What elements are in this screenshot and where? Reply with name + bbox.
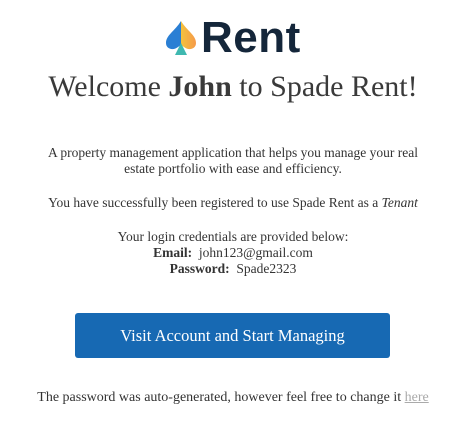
intro-line-2: estate portfolio with ease and efficienc…	[124, 161, 342, 176]
logo-text: Rent	[201, 13, 301, 62]
registered-label: You have successfully been registered to…	[48, 195, 382, 210]
intro-text: A property management application that h…	[0, 145, 466, 177]
change-password-link[interactable]: here	[405, 390, 429, 405]
email-label: Email:	[153, 245, 193, 260]
logo: Rent	[163, 16, 301, 60]
welcome-suffix: to Spade Rent!	[231, 70, 418, 103]
email-row: Email: john123@gmail.com	[0, 245, 466, 261]
intro-line-1: A property management application that h…	[47, 145, 418, 160]
spade-icon	[166, 21, 196, 55]
password-label: Password:	[169, 261, 230, 276]
footer-label: The password was auto-generated, however…	[37, 390, 405, 405]
credentials: Your login credentials are provided belo…	[0, 229, 466, 277]
credentials-intro: Your login credentials are provided belo…	[117, 229, 349, 244]
visit-account-button[interactable]: Visit Account and Start Managing	[75, 313, 390, 358]
email-value: john123@gmail.com	[198, 245, 313, 260]
registered-text: You have successfully been registered to…	[0, 195, 466, 211]
user-name: John	[168, 70, 232, 103]
role: Tenant	[381, 195, 418, 210]
footer-text: The password was auto-generated, however…	[0, 390, 466, 406]
welcome-prefix: Welcome	[48, 70, 169, 103]
password-row: Password: Spade2323	[0, 261, 466, 277]
password-value: Spade2323	[236, 261, 297, 276]
welcome-heading: Welcome John to Spade Rent!	[0, 70, 466, 104]
